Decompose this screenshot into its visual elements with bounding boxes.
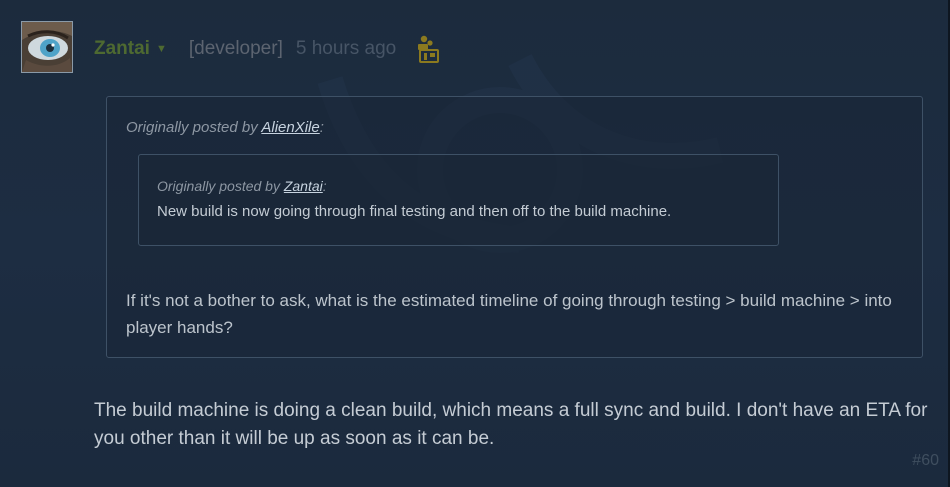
post-timestamp[interactable]: 5 hours ago [296, 38, 396, 60]
nested-quote-prefix: Originally posted by [157, 178, 280, 194]
author-name[interactable]: Zantai [94, 38, 150, 60]
quote-author-link[interactable]: AlienXile [261, 119, 319, 136]
nested-quote-header: Originally posted by Zantai: [157, 178, 327, 194]
developer-badge-icon [418, 35, 440, 63]
chevron-down-icon[interactable]: ▼ [156, 43, 167, 55]
post-body: The build machine is doing a clean build… [94, 400, 928, 449]
blockquote: Originally posted by AlienXile: Original… [106, 96, 923, 358]
post-header: Zantai ▼ [developer] 5 hours ago [94, 35, 440, 63]
author-role: [developer] [188, 38, 283, 59]
nested-quote-text: New build is now going through final tes… [157, 203, 672, 220]
quote-text: If it's not a bother to ask, what is the… [126, 291, 892, 337]
post-number[interactable]: #60 [912, 452, 939, 470]
nested-blockquote: Originally posted by Zantai: New build i… [138, 154, 779, 246]
avatar[interactable] [21, 21, 73, 73]
quote-suffix: : [319, 119, 324, 136]
quote-prefix: Originally posted by [126, 119, 258, 136]
nested-quote-suffix: : [322, 178, 327, 194]
avatar-image [22, 22, 72, 72]
quote-header: Originally posted by AlienXile: [126, 119, 324, 136]
nested-quote-author-link[interactable]: Zantai [284, 178, 323, 194]
forum-post: Zantai ▼ [developer] 5 hours ago Origina… [0, 0, 950, 487]
